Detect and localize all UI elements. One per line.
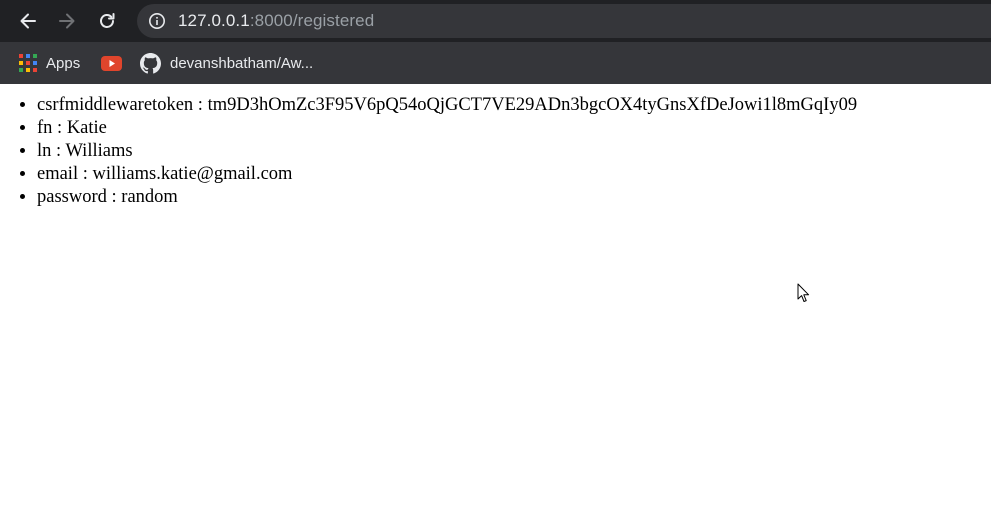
field-value: williams.katie@gmail.com [92, 164, 293, 184]
list-item: fn : Katie [37, 117, 987, 140]
url-host: 127.0.0.1 [178, 11, 250, 30]
bookmarks-bar: Apps devanshbatham/Aw... [0, 42, 991, 84]
field-separator: : [106, 187, 122, 207]
list-item: email : williams.katie@gmail.com [37, 163, 987, 186]
field-value: random [121, 187, 178, 207]
url-path: :8000/registered [249, 11, 375, 30]
address-bar[interactable]: 127.0.0.1:8000/registered [137, 4, 991, 38]
mouse-cursor-icon [797, 283, 810, 302]
youtube-icon [101, 55, 122, 71]
bookmark-apps[interactable]: Apps [19, 49, 80, 77]
reload-icon [100, 13, 115, 28]
site-info-icon[interactable] [148, 12, 166, 30]
field-value: tm9D3hOmZc3F95V6pQ54oQjGCT7VE29ADn3bgcOX… [207, 95, 858, 115]
field-key: password [37, 187, 107, 207]
forward-button[interactable] [52, 6, 82, 36]
field-key: ln [37, 141, 52, 161]
list-item: csrfmiddlewaretoken : tm9D3hOmZc3F95V6pQ… [37, 94, 987, 117]
bookmark-github[interactable]: devanshbatham/Aw... [140, 49, 313, 77]
back-button[interactable] [13, 6, 43, 36]
page-content: csrfmiddlewaretoken : tm9D3hOmZc3F95V6pQ… [0, 84, 991, 511]
registered-fields-list: csrfmiddlewaretoken : tm9D3hOmZc3F95V6pQ… [0, 94, 987, 209]
field-value: Katie [66, 118, 107, 138]
field-separator: : [51, 141, 66, 161]
reload-button[interactable] [92, 6, 122, 36]
list-item: password : random [37, 186, 987, 209]
field-separator: : [52, 118, 67, 138]
field-separator: : [78, 164, 93, 184]
apps-grid-icon [19, 54, 37, 72]
github-icon [140, 52, 161, 73]
field-key: email [37, 164, 79, 184]
url-text[interactable]: 127.0.0.1:8000/registered [178, 11, 374, 31]
field-separator: : [193, 95, 208, 115]
field-value: Williams [65, 141, 133, 161]
bookmark-label: Apps [46, 54, 81, 72]
field-key: csrfmiddlewaretoken [37, 95, 194, 115]
browser-toolbar: 127.0.0.1:8000/registered [0, 0, 991, 42]
bookmark-label: devanshbatham/Aw... [170, 54, 314, 72]
arrow-left-icon [20, 13, 36, 29]
arrow-right-icon [59, 13, 75, 29]
list-item: ln : Williams [37, 140, 987, 163]
field-key: fn [37, 118, 53, 138]
bookmark-youtube[interactable] [101, 49, 122, 77]
